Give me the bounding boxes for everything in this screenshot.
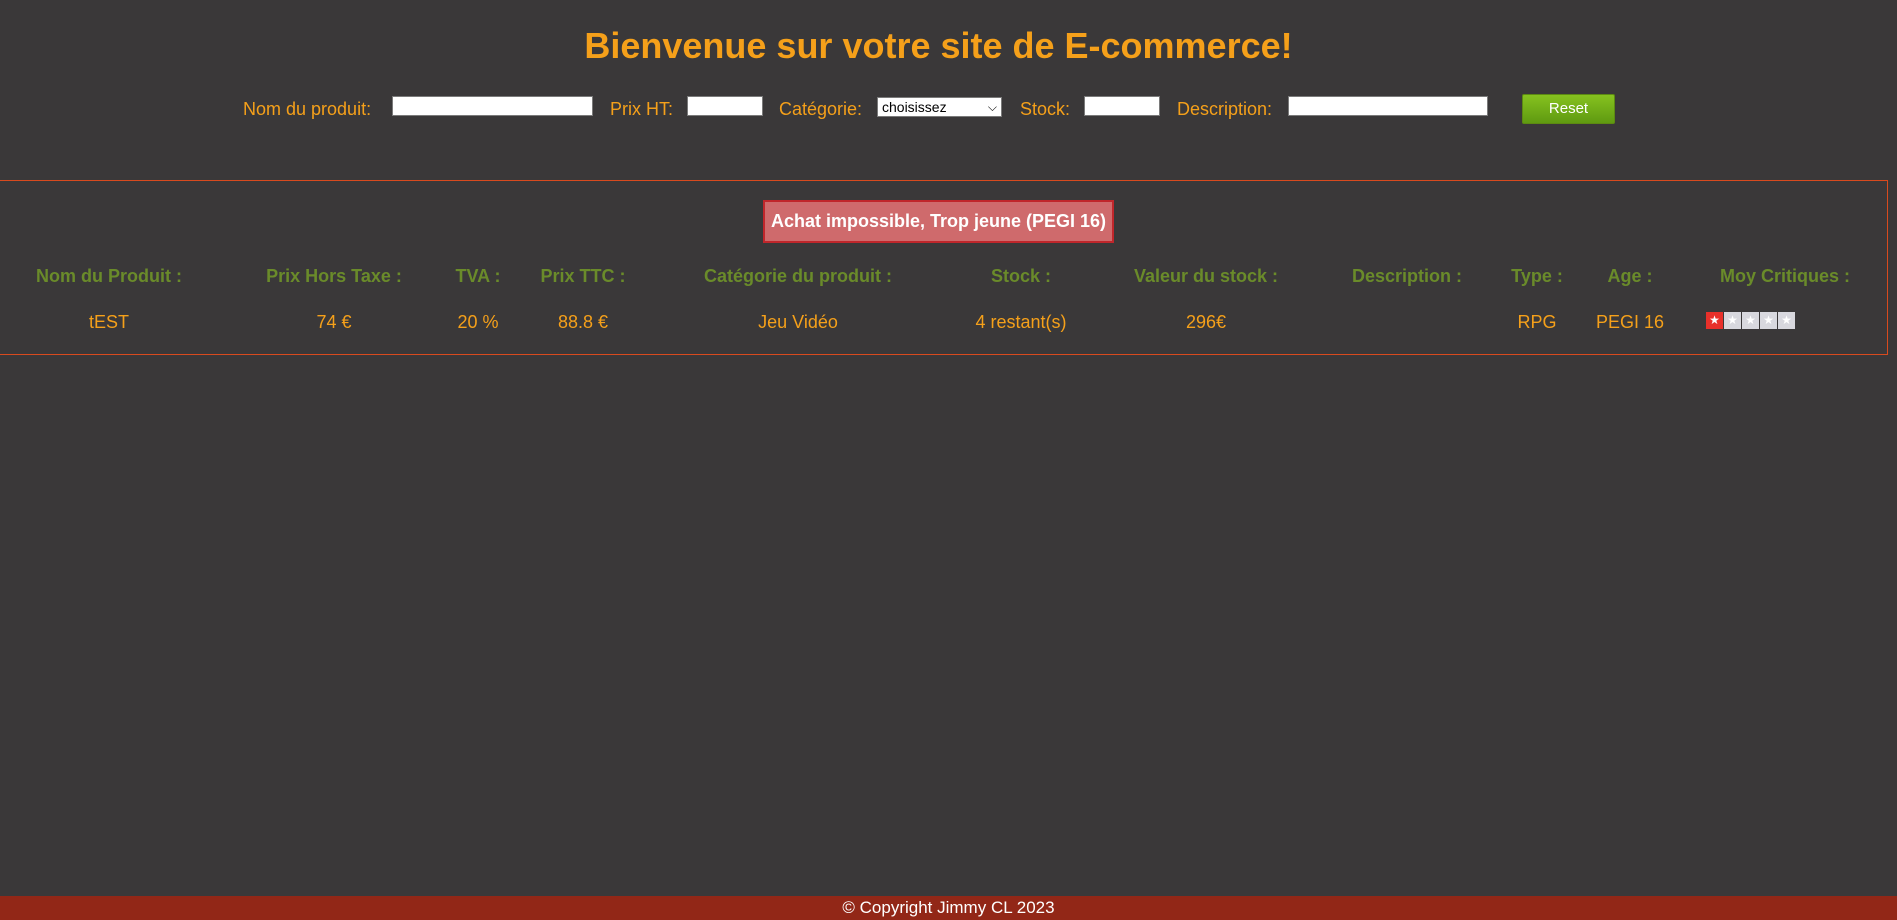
- cell-tva: 20 %: [457, 312, 499, 332]
- star-icon: ★: [1760, 312, 1777, 329]
- age-restriction-alert: Achat impossible, Trop jeune (PEGI 16): [763, 200, 1114, 243]
- header-price-ttc: Prix TTC :: [540, 266, 626, 286]
- price-ht-input[interactable]: [687, 96, 763, 116]
- header-tva: TVA :: [455, 266, 501, 286]
- product-name-label: Nom du produit:: [243, 99, 372, 119]
- price-ht-label: Prix HT:: [610, 99, 673, 119]
- filter-bar: Nom du produit: Prix HT: Catégorie: choi…: [0, 94, 1897, 124]
- product-card: Achat impossible, Trop jeune (PEGI 16) N…: [0, 180, 1888, 355]
- cell-category: Jeu Vidéo: [758, 312, 838, 332]
- cell-name: tEST: [88, 312, 130, 332]
- rating-stars: ★ ★ ★ ★ ★: [1706, 312, 1795, 329]
- description-input[interactable]: [1288, 96, 1488, 116]
- header-age: Age :: [1607, 266, 1653, 286]
- header-type: Type :: [1511, 266, 1563, 286]
- cell-age: PEGI 16: [1595, 312, 1665, 332]
- star-icon: ★: [1742, 312, 1759, 329]
- star-icon: ★: [1778, 312, 1795, 329]
- page-title: Bienvenue sur votre site de E-commerce!: [584, 25, 1293, 66]
- cell-type: RPG: [1517, 312, 1557, 332]
- star-icon: ★: [1706, 312, 1723, 329]
- category-label: Catégorie:: [779, 99, 863, 119]
- cell-stock-value: 296€: [1185, 312, 1227, 332]
- product-name-input[interactable]: [392, 96, 593, 116]
- header-rating: Moy Critiques :: [1719, 266, 1851, 286]
- header-description: Description :: [1351, 266, 1463, 286]
- reset-button[interactable]: Reset: [1522, 94, 1615, 124]
- cell-stock: 4 restant(s): [975, 312, 1067, 332]
- chevron-down-icon: ⌵: [987, 100, 997, 114]
- cell-price-ht: 74 €: [316, 312, 352, 332]
- cell-price-ttc: 88.8 €: [557, 312, 609, 332]
- footer: © Copyright Jimmy CL 2023: [0, 896, 1897, 920]
- stock-label: Stock:: [1020, 99, 1071, 119]
- page: Bienvenue sur votre site de E-commerce! …: [0, 0, 1897, 920]
- star-icon: ★: [1724, 312, 1741, 329]
- header-category: Catégorie du produit :: [704, 266, 892, 286]
- header-name: Nom du Produit :: [36, 266, 182, 286]
- header-price-ht: Prix Hors Taxe :: [266, 266, 402, 286]
- stock-input[interactable]: [1084, 96, 1160, 116]
- description-label: Description:: [1177, 99, 1273, 119]
- category-select-value: choisissez: [882, 99, 947, 115]
- category-select[interactable]: choisissez ⌵: [877, 97, 1002, 117]
- header-stock: Stock :: [990, 266, 1052, 286]
- header-stock-value: Valeur du stock :: [1133, 266, 1279, 286]
